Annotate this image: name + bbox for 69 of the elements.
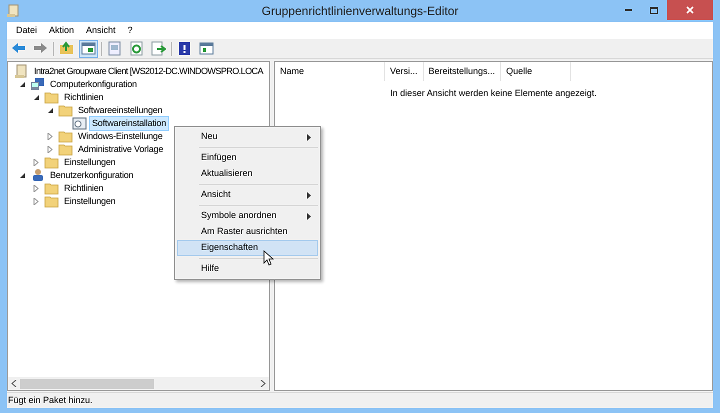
- menu-item[interactable]: Neu: [177, 129, 318, 145]
- menu-item[interactable]: Hilfe: [177, 261, 318, 277]
- folder-icon: [44, 155, 59, 170]
- collapse-arrow-icon[interactable]: [47, 107, 54, 114]
- menu-item[interactable]: Datei: [10, 24, 44, 38]
- window-title: Gruppenrichtlinienverwaltungs-Editor: [262, 3, 458, 20]
- folder-icon: [58, 129, 73, 144]
- folder-icon: [58, 142, 73, 157]
- tree-item[interactable]: Einstellungen: [62, 195, 118, 208]
- expand-arrow-icon[interactable]: [47, 146, 54, 153]
- expand-arrow-icon[interactable]: [33, 159, 40, 166]
- menu-item[interactable]: Ansicht: [177, 187, 318, 203]
- collapse-arrow-icon[interactable]: [19, 81, 26, 88]
- scrollbar-thumb[interactable]: [20, 378, 154, 388]
- tree-item[interactable]: Richtlinien: [62, 182, 106, 195]
- scroll-icon: [14, 64, 29, 79]
- user-icon: [30, 168, 45, 183]
- close-button[interactable]: [667, 0, 713, 20]
- column-header[interactable]: Versi...: [385, 62, 424, 81]
- help-icon: [177, 41, 192, 56]
- menu-item[interactable]: Aktualisieren: [177, 166, 318, 182]
- expand-arrow-icon[interactable]: [33, 198, 40, 205]
- properties-icon: [107, 41, 122, 56]
- app-icon: [7, 4, 19, 18]
- menu-item[interactable]: Am Raster ausrichten: [177, 224, 318, 240]
- expand-arrow-icon[interactable]: [47, 133, 54, 140]
- tree-item[interactable]: Administrative Vorlage: [76, 143, 166, 156]
- arrow-left-icon: [11, 41, 26, 56]
- menu-item[interactable]: Eigenschaften: [177, 240, 318, 256]
- tree-item[interactable]: Windows-Einstellunge: [76, 130, 165, 143]
- column-header[interactable]: Name: [275, 62, 385, 81]
- horizontal-scrollbar[interactable]: [8, 377, 269, 390]
- tree-item[interactable]: Intra2net Groupware Client [WS2012-DC.WINDOWSPRO.LOCA: [32, 65, 265, 78]
- collapse-arrow-icon[interactable]: [19, 172, 26, 179]
- menu-item[interactable]: ?: [122, 24, 139, 38]
- collapse-arrow-icon[interactable]: [33, 94, 40, 101]
- folder-up-icon: [59, 41, 74, 56]
- menu-item[interactable]: Aktion: [43, 24, 80, 38]
- arrow-right-icon: [33, 41, 48, 56]
- tree-item[interactable]: Richtlinien: [62, 91, 106, 104]
- tree-item[interactable]: Einstellungen: [62, 156, 118, 169]
- folder-icon: [44, 194, 59, 209]
- menu-item[interactable]: Ansicht: [80, 24, 122, 38]
- toolbar-button[interactable]: [197, 40, 216, 58]
- install-box-icon: [72, 116, 87, 131]
- menu-item[interactable]: Einfügen: [177, 150, 318, 166]
- folder-icon: [58, 103, 73, 118]
- computer-icon: [30, 77, 45, 92]
- menu-item[interactable]: Symbole anordnen: [177, 208, 318, 224]
- refresh-icon: [129, 41, 144, 56]
- column-header[interactable]: Bereitstellungs...: [424, 62, 502, 81]
- scroll-left-icon[interactable]: [11, 380, 17, 387]
- pane-icon: [81, 41, 96, 56]
- toolbar-button[interactable]: [79, 40, 98, 58]
- empty-message: In dieser Ansicht werden keine Elemente angezeigt.: [390, 87, 597, 100]
- tree-item[interactable]: Softwareinstallation: [90, 117, 168, 130]
- folder-icon: [44, 181, 59, 196]
- mouse-cursor-icon: [263, 250, 274, 266]
- tree-item[interactable]: Benutzerkonfiguration: [48, 169, 136, 182]
- scroll-right-icon[interactable]: [260, 380, 266, 387]
- export-icon: [151, 41, 166, 56]
- tree-item[interactable]: Computerkonfiguration: [48, 78, 139, 91]
- column-header[interactable]: Quelle: [501, 62, 572, 81]
- expand-arrow-icon[interactable]: [33, 185, 40, 192]
- close-icon: [686, 6, 694, 14]
- view-icon: [199, 41, 214, 56]
- folder-icon: [44, 90, 59, 105]
- tree-item[interactable]: Softwareeinstellungen: [76, 104, 164, 117]
- status-text: Fügt ein Paket hinzu.: [8, 394, 93, 407]
